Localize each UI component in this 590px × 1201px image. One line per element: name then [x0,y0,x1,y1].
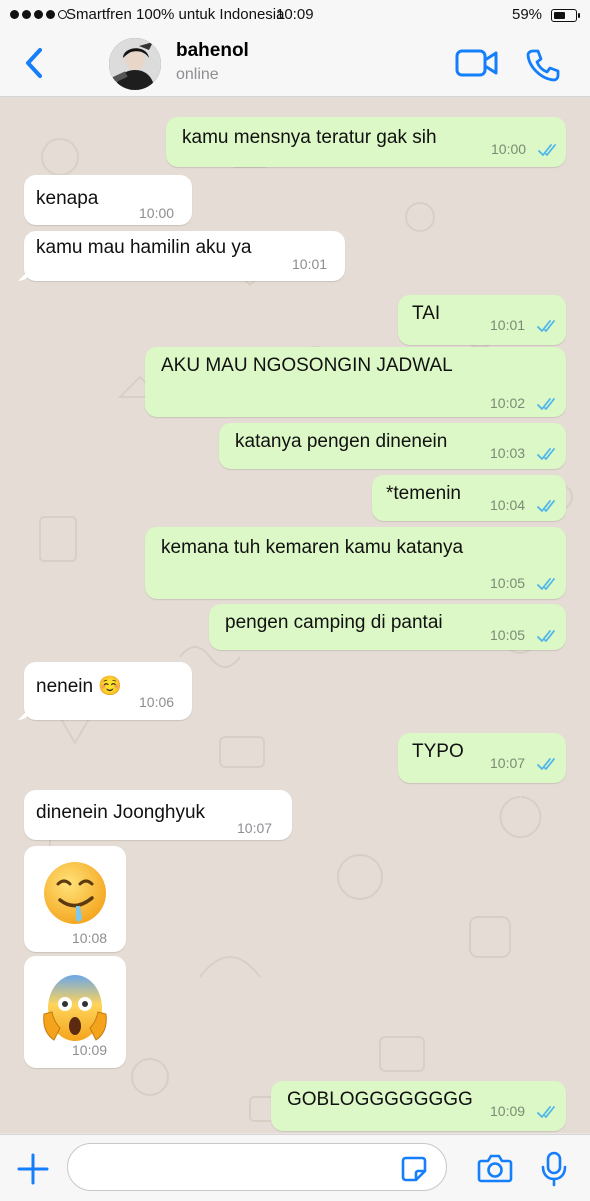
video-call-button[interactable] [455,48,499,83]
microphone-button[interactable] [540,1151,568,1192]
message-text: pengen camping di pantai [225,612,443,633]
status-clock: 10:09 [276,6,314,23]
contact-status: online [176,66,219,83]
carrier-name: Smartfren 100% untuk Indonesia [66,6,285,23]
chat-header: bahenol online [0,32,590,97]
voice-call-button[interactable] [525,48,561,87]
signal-strength-icon [10,10,67,19]
incoming-message[interactable]: kenapa 10:00 [24,175,192,225]
message-timestamp: 10:05 [490,627,526,643]
phone-icon [526,49,560,82]
avatar[interactable] [109,38,161,90]
video-camera-icon [455,49,498,77]
read-receipt-icon [538,144,556,156]
outgoing-message[interactable]: kamu mensnya teratur gak sih 10:00 [166,117,566,167]
plus-icon [17,1153,49,1185]
message-text: dinenein Joonghyuk [36,802,206,823]
message-timestamp: 10:07 [490,755,526,771]
chevron-left-icon [26,48,42,78]
message-timestamp: 10:08 [72,930,108,946]
microphone-icon [541,1151,567,1187]
outgoing-message[interactable]: kemana tuh kemaren kamu katanya 10:05 [145,527,566,599]
camera-icon [477,1154,513,1183]
attach-button[interactable] [17,1153,49,1190]
status-bar: Smartfren 100% untuk Indonesia 10:09 59% [0,0,590,32]
outgoing-message[interactable]: AKU MAU NGOSONGIN JADWAL 10:02 [145,347,566,417]
outgoing-message[interactable]: GOBLOGGGGGGGG 10:09 [271,1081,566,1131]
message-text: kamu mensnya teratur gak sih [182,127,437,148]
message-timestamp: 10:09 [72,1042,108,1058]
message-text: kamu mau hamilin aku ya [36,237,252,258]
outgoing-message[interactable]: TYPO 10:07 [398,733,566,783]
message-timestamp: 10:09 [490,1103,526,1119]
input-bar [0,1134,590,1201]
read-receipt-icon [537,500,555,512]
screaming-in-fear-emoji [43,975,107,1041]
message-text: nenein ☺️ [36,676,122,697]
message-timestamp: 10:01 [292,256,328,272]
message-timestamp: 10:02 [490,395,526,411]
message-text: AKU MAU NGOSONGIN JADWAL [161,355,453,376]
incoming-message[interactable]: kamu mau hamilin aku ya 10:01 [24,231,345,281]
read-receipt-icon [537,320,555,332]
sticker-icon [401,1156,427,1182]
message-timestamp: 10:01 [490,317,526,333]
message-timestamp: 10:00 [139,205,175,221]
emoji-message-content [40,970,110,1052]
read-receipt-icon [537,1106,555,1118]
sticker-button[interactable] [400,1155,428,1188]
message-timestamp: 10:03 [490,445,526,461]
read-receipt-icon [537,630,555,642]
drooling-face-emoji [44,862,106,924]
read-receipt-icon [537,398,555,410]
back-button[interactable] [20,46,50,80]
camera-button[interactable] [477,1153,513,1188]
message-input[interactable] [67,1143,447,1191]
read-receipt-icon [537,448,555,460]
incoming-message[interactable]: nenein ☺️ 10:06 [24,662,192,720]
message-timestamp: 10:06 [139,694,175,710]
message-timestamp: 10:04 [490,497,526,513]
emoji-message-content [40,858,110,934]
message-text: katanya pengen dinenein [235,431,448,452]
read-receipt-icon [537,578,555,590]
incoming-message[interactable]: 10:09 [24,956,126,1068]
avatar-image [109,38,161,90]
message-timestamp: 10:07 [237,820,273,836]
incoming-message[interactable]: dinenein Joonghyuk 10:07 [24,790,292,840]
outgoing-message[interactable]: katanya pengen dinenein 10:03 [219,423,566,469]
read-receipt-icon [537,758,555,770]
message-text: GOBLOGGGGGGGG [287,1089,473,1110]
outgoing-message[interactable]: *temenin 10:04 [372,475,566,521]
message-text: TAI [412,303,441,324]
message-text: TYPO [412,741,464,762]
battery-icon [551,9,580,22]
message-text: *temenin [386,483,461,504]
chat-area[interactable]: kamu mensnya teratur gak sih 10:00 kenapa 1… [0,97,590,1133]
message-timestamp: 10:05 [490,575,526,591]
contact-name[interactable]: bahenol [176,40,249,62]
outgoing-message[interactable]: TAI 10:01 [398,295,566,345]
message-text: kenapa [36,188,99,209]
message-text: kemana tuh kemaren kamu katanya [161,537,464,558]
message-timestamp: 10:00 [491,141,527,157]
incoming-message[interactable]: 10:08 [24,846,126,952]
outgoing-message[interactable]: pengen camping di pantai 10:05 [209,604,566,650]
battery-percent: 59% [512,6,543,23]
